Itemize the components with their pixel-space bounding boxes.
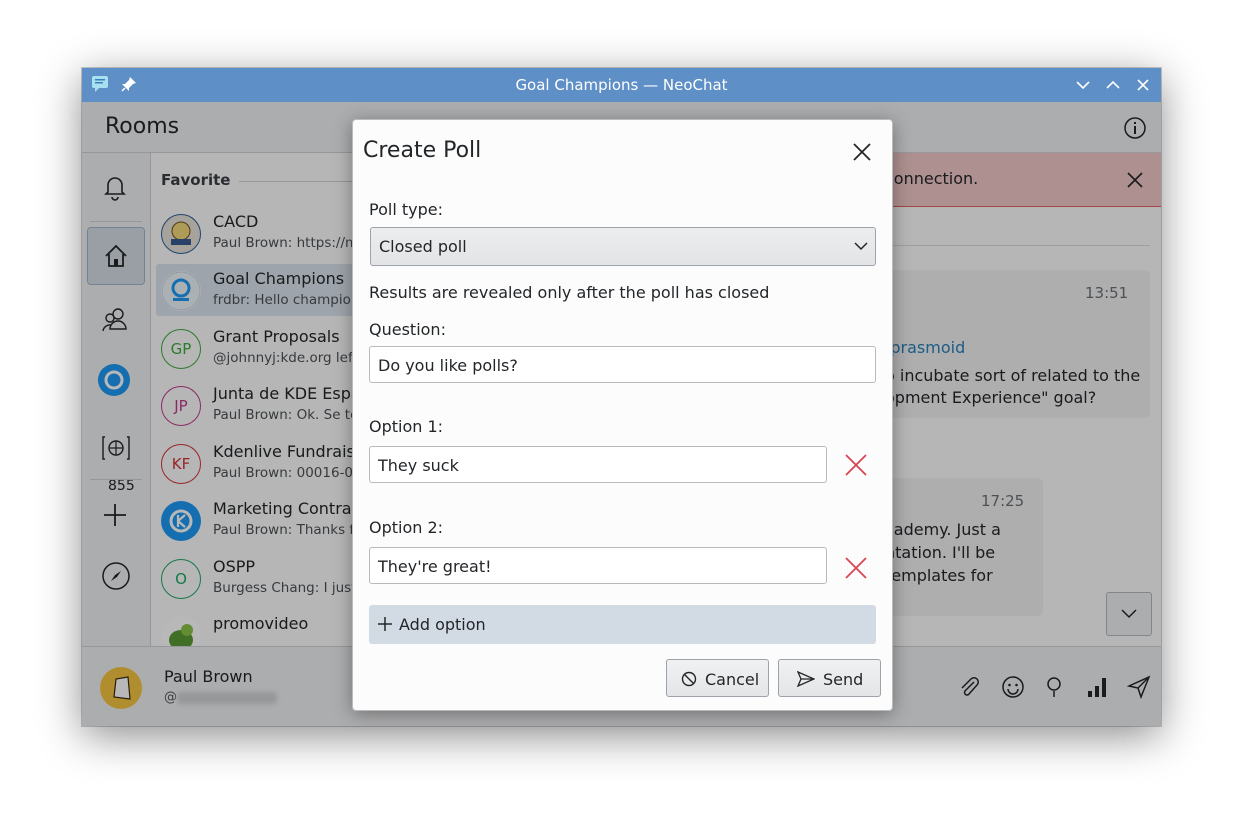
minimize-icon[interactable] xyxy=(1073,75,1093,95)
poll-type-value: Closed poll xyxy=(379,237,467,256)
question-input[interactable]: Do you like polls? xyxy=(369,346,876,383)
option-2-label: Option 2: xyxy=(369,518,444,537)
question-label: Question: xyxy=(369,320,446,339)
remove-option-1-button[interactable] xyxy=(843,452,869,478)
delete-icon xyxy=(845,454,867,476)
poll-type-hint: Results are revealed only after the poll… xyxy=(369,283,770,302)
add-option-label: Add option xyxy=(399,615,486,634)
dialog-title: Create Poll xyxy=(363,138,482,163)
close-icon xyxy=(853,143,871,161)
option-2-input[interactable]: They're great! xyxy=(369,547,827,584)
send-icon xyxy=(797,671,815,687)
titlebar: Goal Champions — NeoChat xyxy=(82,68,1161,102)
cancel-button[interactable]: Cancel xyxy=(666,659,769,697)
close-dialog-button[interactable] xyxy=(850,140,874,164)
plus-icon xyxy=(378,617,392,631)
question-value: Do you like polls? xyxy=(378,356,518,375)
remove-option-2-button[interactable] xyxy=(843,555,869,581)
cancel-icon xyxy=(681,671,697,687)
option-1-value: They suck xyxy=(378,456,459,475)
send-button[interactable]: Send xyxy=(778,659,881,697)
add-option-button[interactable]: Add option xyxy=(369,605,876,644)
option-1-label: Option 1: xyxy=(369,417,444,436)
window-title: Goal Champions — NeoChat xyxy=(515,76,728,94)
delete-icon xyxy=(845,557,867,579)
poll-type-select[interactable]: Closed poll xyxy=(370,227,876,266)
option-1-input[interactable]: They suck xyxy=(369,446,827,483)
option-2-value: They're great! xyxy=(378,557,492,576)
chevron-down-icon xyxy=(854,242,868,251)
maximize-icon[interactable] xyxy=(1103,75,1123,95)
send-label: Send xyxy=(823,670,864,689)
close-window-icon[interactable] xyxy=(1133,75,1153,95)
create-poll-dialog: Create Poll Poll type: Closed poll Resul… xyxy=(352,119,893,711)
cancel-label: Cancel xyxy=(705,670,760,689)
poll-type-label: Poll type: xyxy=(369,200,443,219)
